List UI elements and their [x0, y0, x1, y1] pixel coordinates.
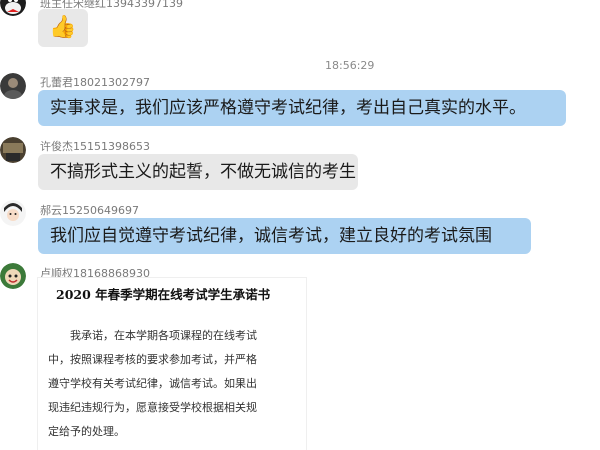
avatar[interactable]: [0, 0, 26, 16]
avatar[interactable]: [0, 73, 26, 99]
avatar[interactable]: [0, 263, 26, 289]
emoji-bubble[interactable]: 👍: [38, 9, 88, 47]
sender-name: 许俊杰15151398653: [40, 140, 150, 153]
image-message-document[interactable]: 2020 年春季学期在线考试学生承诺书 我承诺，在本学期各项课程的在线考试 中，…: [38, 278, 306, 450]
document-line: 现违纪违规行为，愿意接受学校根据相关规: [48, 401, 257, 414]
message-bubble[interactable]: 不搞形式主义的起誓，不做无诚信的考生: [38, 154, 358, 190]
message-bubble[interactable]: 我们应自觉遵守考试纪律，诚信考试，建立良好的考试氛围: [38, 218, 531, 254]
document-body: 我承诺，在本学期各项课程的在线考试 中，按照课程考核的要求参加考试，并严格 遵守…: [48, 324, 298, 444]
document-line: 遵守学校有关考试纪律，诚信考试。如果出: [48, 377, 257, 390]
document-line: 我承诺，在本学期各项课程的在线考试: [70, 329, 257, 342]
thumbs-up-icon: 👍: [49, 15, 77, 40]
avatar[interactable]: [0, 137, 26, 163]
timestamp: 18:56:29: [325, 59, 375, 72]
document-line: 定给予的处理。: [48, 425, 125, 438]
document-line: 中，按照课程考核的要求参加考试，并严格: [48, 353, 257, 366]
document-title: 2020 年春季学期在线考试学生承诺书: [56, 287, 271, 302]
message-bubble[interactable]: 实事求是，我们应该严格遵守考试纪律，考出自己真实的水平。: [38, 90, 566, 126]
sender-name: 孔蕾君18021302797: [40, 76, 150, 89]
avatar[interactable]: [0, 200, 26, 226]
sender-name: 郝云15250649697: [40, 204, 139, 217]
